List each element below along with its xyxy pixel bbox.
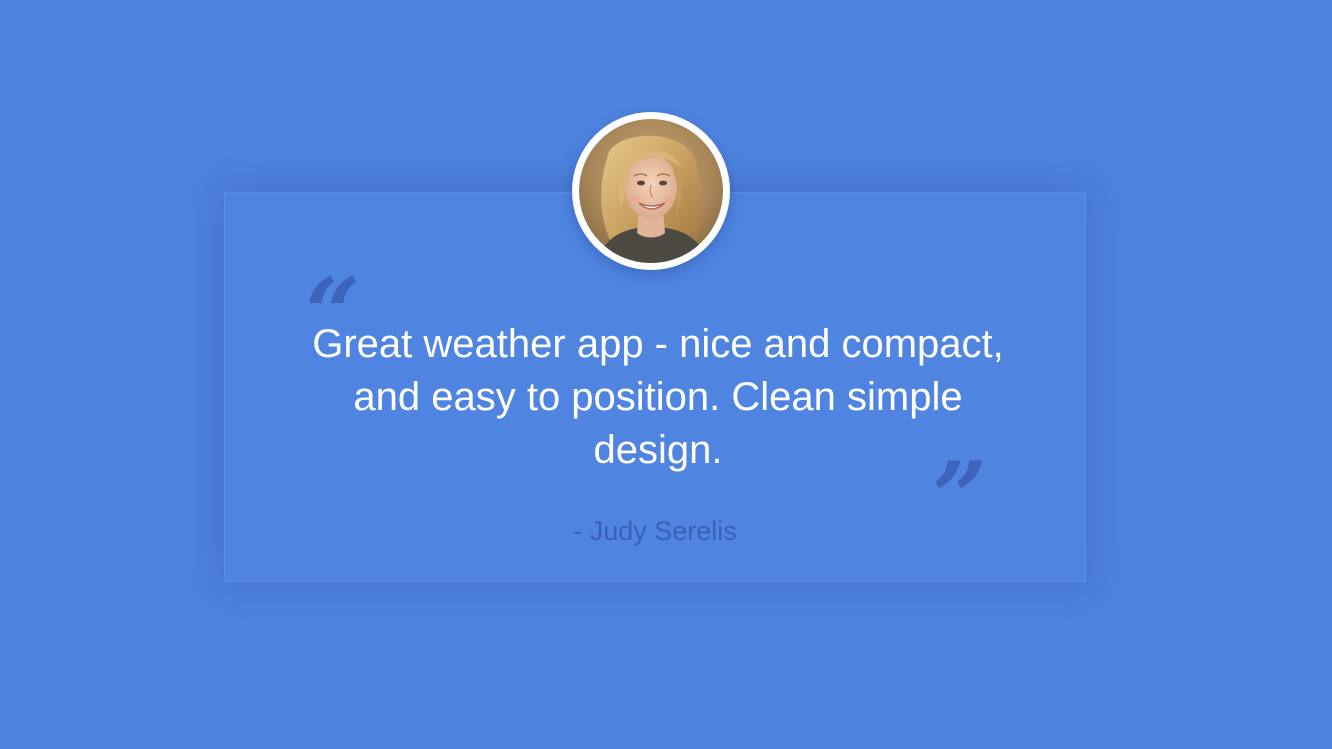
testimonial-author: - Judy Serelis (573, 516, 737, 546)
profile-photo-icon (579, 119, 723, 263)
avatar (572, 112, 730, 270)
close-quote-icon: ” (932, 441, 988, 554)
testimonial-page: “ Great weather app - nice and compact, … (0, 0, 1332, 749)
testimonial-quote: Great weather app - nice and compact, an… (312, 322, 1004, 472)
